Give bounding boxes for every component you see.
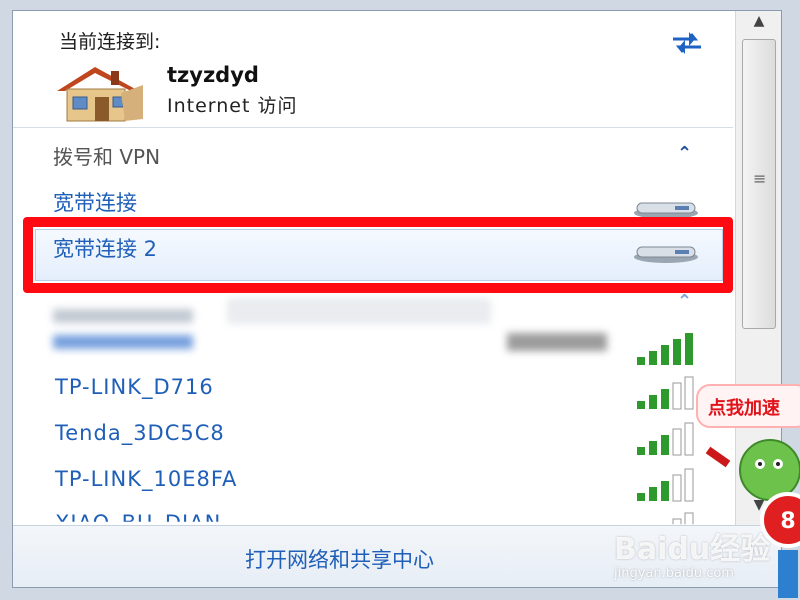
scroll-thumb[interactable]: ≡ [742, 39, 776, 329]
baidu-watermark-url: jingyan.baidu.com [614, 566, 734, 581]
dialup-section-title[interactable]: 拨号和 VPN [53, 141, 160, 170]
wifi-item-tp-link-10e8fa[interactable]: TP-LINK_10E8FA [55, 467, 237, 491]
open-network-sharing-center-link[interactable]: 打开网络和共享中心 [245, 544, 434, 574]
wifi-item-tp-link-d716[interactable]: TP-LINK_D716 [55, 375, 214, 399]
network-status: Internet 访问 [167, 95, 298, 117]
chevron-up-icon[interactable]: ⌃ [677, 143, 692, 164]
wifi-signal-icon [637, 333, 693, 365]
wifi-item-tenda-3dc5c8[interactable]: Tenda_3DC5C8 [55, 421, 225, 445]
promo-text[interactable]: 点我加速 [708, 394, 780, 420]
house-icon [57, 67, 143, 122]
chevron-up-icon[interactable]: ⌃ [677, 291, 692, 312]
wifi-signal-icon [637, 422, 694, 456]
wifi-status-blurred [507, 333, 607, 351]
network-flyout: 当前连接到: tzyzdyd Internet 访问 拨号和 VPN ⌃ 宽带连… [12, 10, 782, 588]
network-name: tzyzdyd [167, 63, 259, 87]
wifi-item-blurred[interactable] [53, 335, 193, 349]
annotation-highlight-box [23, 217, 733, 293]
grip-icon: ≡ [753, 169, 767, 188]
baidu-watermark: Baidu经验 [614, 532, 771, 567]
current-connection-title: 当前连接到: [59, 31, 161, 53]
scroll-up-arrow-icon[interactable]: ▲ [736, 13, 781, 37]
dialup-item-broadband[interactable]: 宽带连接 [53, 187, 137, 217]
wifi-signal-icon [637, 468, 694, 502]
divider [13, 127, 733, 128]
refresh-icon[interactable] [665, 25, 709, 59]
wifi-signal-icon [637, 376, 694, 410]
wireless-section-title-blurred [53, 299, 533, 325]
svg-text:8: 8 [780, 509, 795, 534]
